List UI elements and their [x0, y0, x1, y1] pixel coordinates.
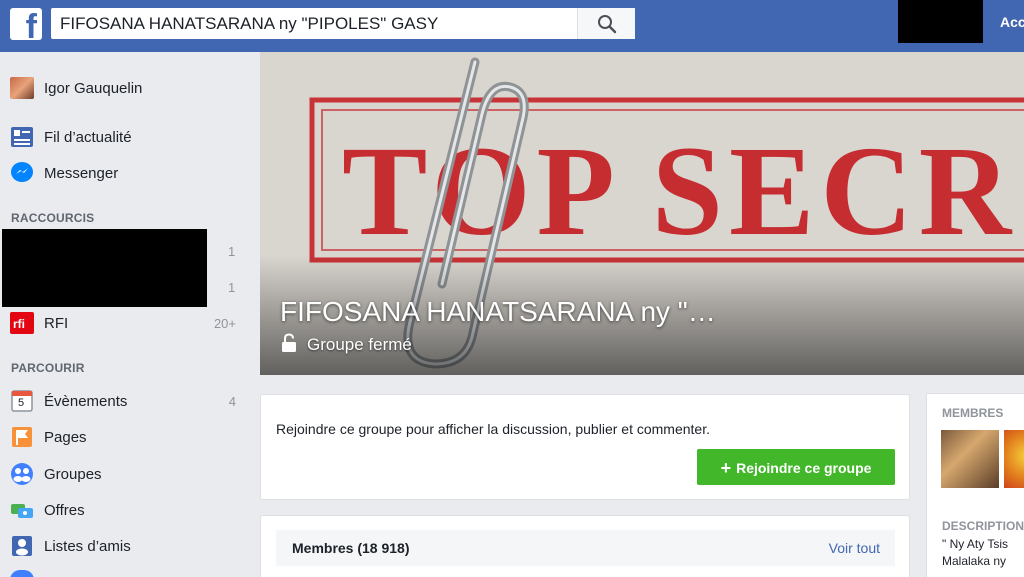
group-cover-photo: TOP SECR FIFOSANA HANATSARANA ny "… Grou… — [260, 52, 1024, 375]
groups-icon — [11, 463, 33, 485]
right-column: MEMBRES DESCRIPTION " Ny Aty Tsis Malala… — [926, 393, 1024, 577]
redacted-shortcuts — [2, 229, 207, 307]
shortcut-count: 1 — [228, 280, 236, 295]
sidebar-item-messenger[interactable]: Messenger — [10, 160, 238, 186]
top-bar: f Acc — [0, 0, 1024, 52]
browse-heading: PARCOURIR — [11, 361, 85, 375]
account-link[interactable]: Acc — [1000, 14, 1024, 30]
sidebar-item-label: Offres — [44, 502, 85, 519]
sidebar-item-label: Igor Gauquelin — [44, 80, 143, 97]
sidebar-item-groups[interactable]: Groupes — [10, 461, 238, 487]
member-avatar[interactable] — [1004, 430, 1024, 488]
notification-count: 20+ — [213, 316, 236, 331]
join-group-card: Rejoindre ce groupe pour afficher la dis… — [260, 394, 910, 500]
notification-count: 4 — [228, 394, 236, 409]
member-avatar[interactable] — [941, 430, 999, 488]
friend-list-icon — [12, 536, 32, 556]
sidebar-item-label: RFI — [44, 315, 69, 332]
group-title[interactable]: FIFOSANA HANATSARANA ny "… — [280, 296, 716, 328]
offers-icon — [11, 504, 33, 518]
sidebar-item-friend-lists[interactable]: Listes d’amis — [10, 533, 238, 559]
members-header: Membres (18 918) Voir tout — [276, 530, 895, 566]
sidebar-item-label: Listes d’amis — [44, 538, 131, 555]
join-button-label: Rejoindre ce groupe — [736, 459, 872, 476]
sidebar-item-offers[interactable]: Offres — [10, 497, 238, 523]
sidebar-item-pages[interactable]: Pages — [10, 424, 238, 450]
more-item-icon[interactable] — [10, 570, 34, 577]
sidebar-item-rfi[interactable]: rfi RFI 20+ — [10, 310, 238, 336]
sidebar-item-label: Groupes — [44, 466, 102, 483]
see-all-link[interactable]: Voir tout — [829, 540, 880, 556]
sidebar-item-profile[interactable]: Igor Gauquelin — [10, 75, 238, 101]
sidebar-item-events[interactable]: 5 Évènements 4 — [10, 388, 238, 414]
search-input[interactable] — [51, 8, 581, 39]
description-heading: DESCRIPTION — [942, 519, 1024, 533]
rfi-logo-icon: rfi — [10, 312, 34, 334]
search-icon — [598, 15, 617, 34]
avatar — [10, 77, 34, 99]
members-count-title: Membres (18 918) — [292, 540, 410, 556]
members-heading: MEMBRES — [942, 406, 1004, 420]
unlock-icon — [282, 333, 296, 352]
search-box — [51, 8, 635, 39]
join-prompt-text: Rejoindre ce groupe pour afficher la dis… — [276, 421, 710, 437]
join-group-button[interactable]: + Rejoindre ce groupe — [697, 449, 895, 485]
svg-text:rfi: rfi — [13, 317, 25, 331]
calendar-day: 5 — [18, 397, 25, 409]
shortcut-count: 1 — [228, 244, 236, 259]
plus-icon: + — [720, 457, 732, 478]
sidebar-item-label: Messenger — [44, 165, 119, 182]
messenger-icon — [11, 162, 33, 182]
sidebar-item-news-feed[interactable]: Fil d’actualité — [10, 124, 238, 150]
description-text: Malalaka ny — [942, 554, 1007, 568]
group-privacy-label: Groupe fermé — [307, 335, 412, 354]
sidebar-item-label: Évènements — [44, 393, 128, 410]
sidebar-item-label: Fil d’actualité — [44, 129, 132, 146]
left-sidebar: Igor Gauquelin Fil d’actualité Messenger… — [0, 52, 250, 577]
sidebar-item-label: Pages — [44, 429, 87, 446]
search-button[interactable] — [577, 8, 635, 39]
description-text: " Ny Aty Tsis — [942, 537, 1009, 551]
members-card: Membres (18 918) Voir tout — [260, 515, 910, 577]
news-feed-icon — [11, 127, 33, 147]
shortcuts-heading: RACCOURCIS — [11, 211, 95, 225]
redacted-area — [898, 0, 983, 43]
flag-icon — [12, 427, 32, 447]
facebook-logo-icon[interactable]: f — [10, 8, 42, 44]
